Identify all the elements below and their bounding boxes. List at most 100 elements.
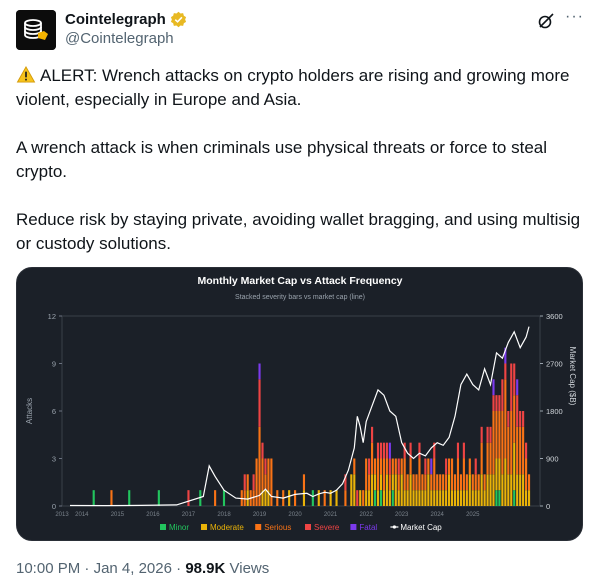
bar-segment [456, 442, 460, 459]
bar-segment [261, 458, 264, 491]
bar-segment [519, 426, 522, 475]
bar-segment [501, 379, 504, 411]
tweet-date[interactable]: Jan 4, 2026 [94, 560, 172, 577]
bar-segment [513, 490, 516, 506]
bar-segment [359, 490, 362, 506]
bar-segment [258, 379, 261, 427]
bar-segment [243, 490, 246, 506]
bar-segment [424, 458, 427, 475]
bar-segment [507, 426, 510, 475]
bar-segment [522, 411, 525, 427]
bar-segment [157, 490, 160, 506]
bar-segment [409, 474, 412, 506]
bar-segment [430, 474, 433, 491]
bar-segment [409, 458, 412, 475]
bar-segment [368, 474, 371, 491]
bar-segment [267, 458, 270, 491]
bar-segment [187, 490, 190, 506]
bar-segment [261, 442, 264, 459]
bar-segment [516, 379, 519, 396]
bar-segment [302, 490, 306, 506]
bar-segment [264, 474, 267, 491]
bar-segment [403, 458, 406, 491]
bar-segment [492, 395, 495, 411]
bar-segment [376, 490, 380, 506]
bar-segment [391, 474, 394, 491]
bar-segment [368, 490, 371, 506]
bar-segment [415, 490, 418, 506]
bar-segment [456, 458, 460, 491]
legend-swatch [255, 524, 262, 530]
bar-segment [365, 490, 368, 506]
grok-icon[interactable] [537, 12, 555, 30]
bar-segment [510, 411, 513, 475]
author-name[interactable]: Cointelegraph [65, 11, 166, 28]
bar-segment [498, 395, 501, 411]
x-tick-label: 2023 [395, 512, 409, 518]
bar-segment [427, 458, 430, 475]
bar-segment [471, 490, 474, 506]
verified-badge-icon[interactable] [170, 11, 187, 28]
bar-segment [504, 379, 507, 459]
bar-segment [382, 458, 385, 491]
bar-segment [397, 474, 400, 491]
avatar[interactable] [16, 10, 56, 50]
bar-segment [365, 458, 368, 491]
bar-segment [510, 363, 513, 411]
bar-segment [222, 490, 226, 506]
bar-segment [462, 490, 465, 506]
author-handle[interactable]: @Cointelegraph [65, 30, 174, 47]
bar-segment [243, 474, 246, 491]
bar-segment [397, 458, 400, 475]
bar-segment [394, 458, 397, 475]
bar-segment [382, 442, 385, 459]
y-tick-label: 3 [52, 455, 56, 464]
bar-segment [480, 426, 483, 443]
bar-segment [519, 411, 522, 427]
bar-segment [436, 490, 439, 506]
bar-segment [373, 490, 377, 506]
bar-segment [439, 490, 442, 506]
bar-segment [302, 474, 306, 491]
bar-segment [412, 474, 415, 491]
bar-segment [492, 474, 495, 506]
cointelegraph-logo [16, 10, 56, 50]
bar-segment [525, 442, 528, 459]
x-tick-label: 2014 [75, 512, 89, 518]
bar-segment [353, 474, 356, 506]
bar-segment [507, 411, 510, 427]
x-tick-label: 2015 [111, 512, 125, 518]
bar-segment [350, 474, 353, 506]
bar-segment [453, 490, 457, 506]
bar-segment [385, 458, 388, 475]
bar-segment [128, 490, 131, 506]
bar-segment [421, 474, 424, 491]
bar-segment [388, 458, 391, 475]
tweet-paragraph-3: Reduce risk by staying private, avoiding… [16, 210, 581, 253]
bar-segment [498, 411, 501, 459]
tweet-meta: 10:00 PM · Jan 4, 2026 · 98.9K Views [16, 560, 269, 578]
bar-segment [391, 490, 394, 506]
bar-segment [513, 395, 516, 443]
bar-segment [406, 490, 409, 506]
tweet-paragraph-1: ALERT: Wrench attacks on crypto holders … [16, 66, 570, 109]
bar-segment [427, 474, 430, 506]
bar-segment [270, 458, 273, 506]
y2-tick-label: 0 [546, 502, 550, 511]
bar-segment [418, 442, 421, 459]
bar-segment [406, 474, 409, 491]
bar-segment [504, 363, 507, 380]
bar-segment [442, 490, 445, 506]
legend-swatch [160, 524, 166, 530]
tweet-time[interactable]: 10:00 PM [16, 560, 80, 577]
bar-segment [519, 474, 522, 506]
y2-tick-label: 3600 [546, 312, 563, 321]
chart-image[interactable]: Monthly Market Cap vs Attack Frequency S… [16, 267, 583, 541]
bar-segment [379, 458, 383, 475]
bar-segment [371, 474, 374, 506]
bar-segment [483, 490, 486, 506]
y-tick-label: 9 [52, 360, 56, 369]
bar-segment [495, 490, 498, 506]
x-tick-label: 2022 [359, 512, 373, 518]
more-icon[interactable]: ··· [565, 9, 584, 25]
